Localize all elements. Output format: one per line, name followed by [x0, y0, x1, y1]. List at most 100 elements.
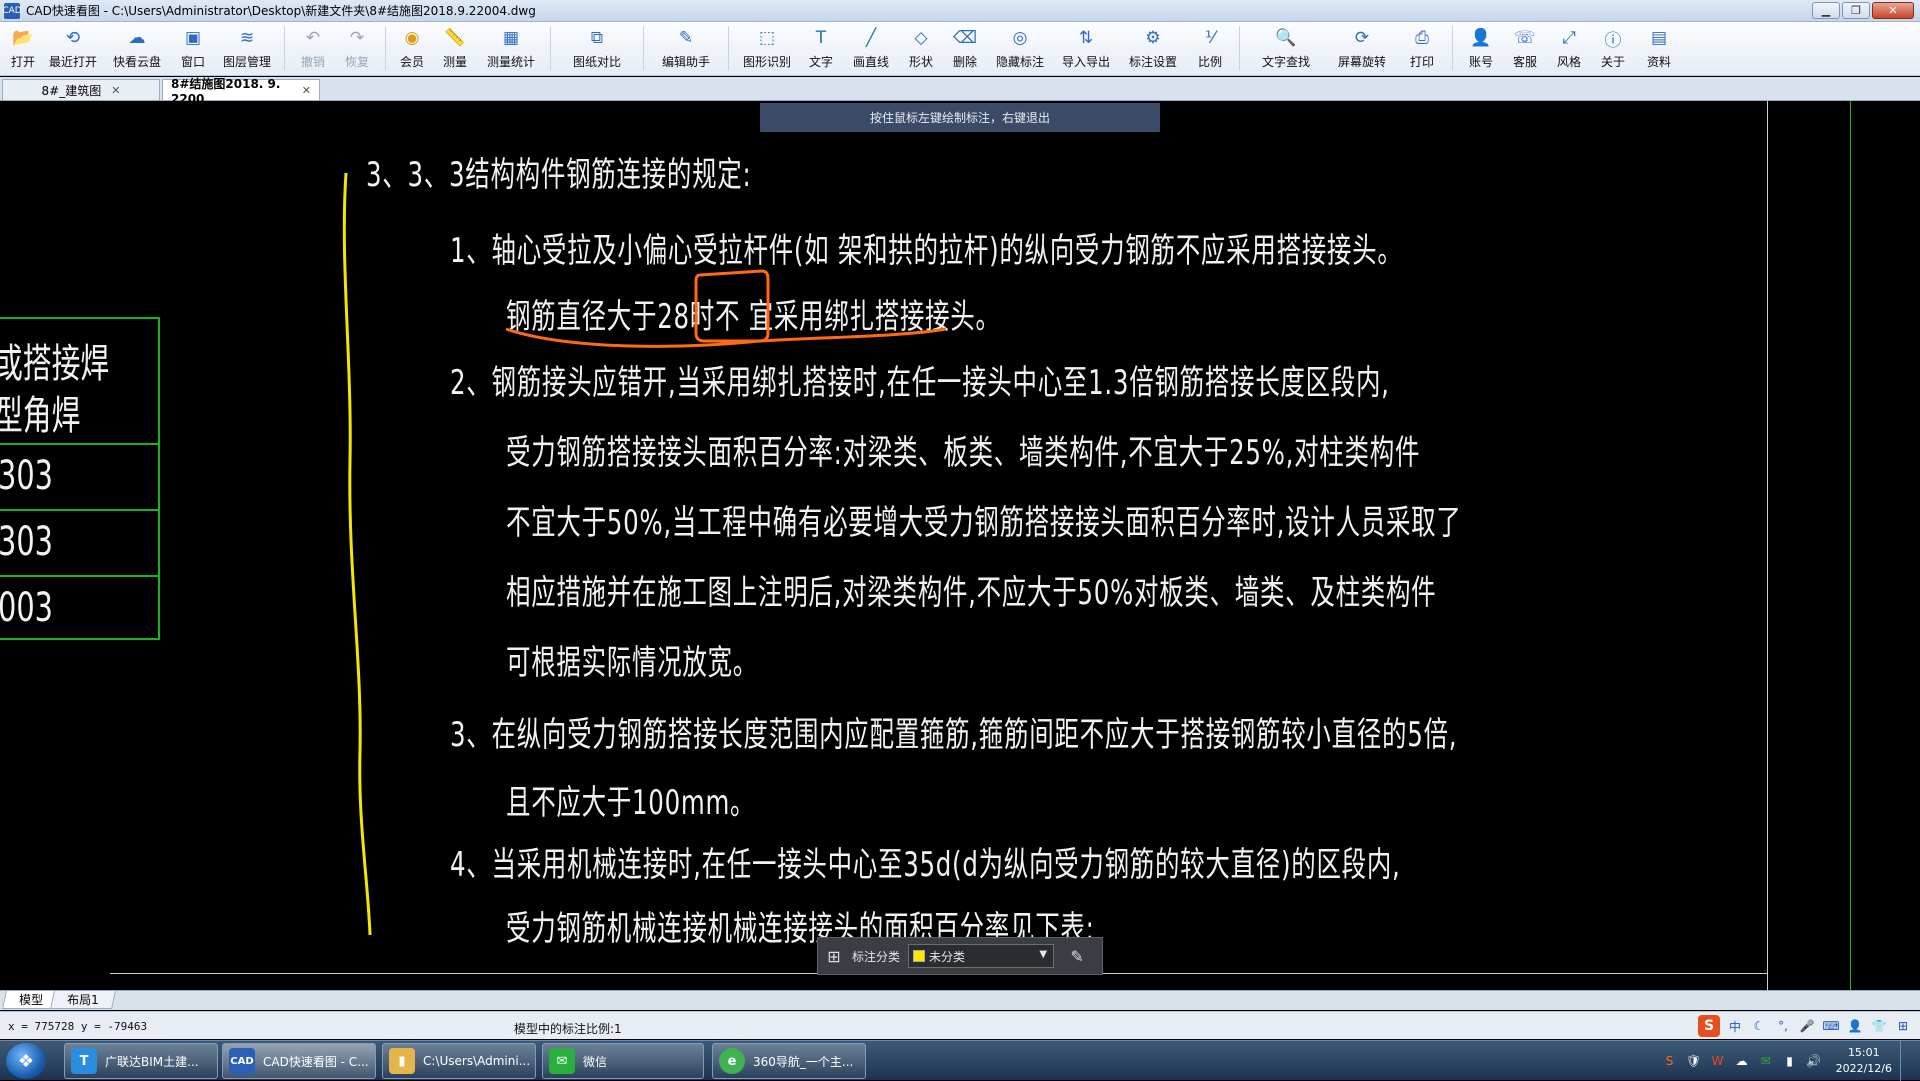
ime-toolbar: S 中 ☾ °, 🎤 ⌨ 👤 👕 ⊞: [1698, 1015, 1920, 1037]
toolbar-measure-stats-button[interactable]: ▦ 测量统计: [478, 22, 544, 74]
doc-tab-architecture[interactable]: 8#_建筑图 ✕: [2, 79, 160, 100]
toolbar-label: 文字查找: [1261, 55, 1310, 69]
volume-icon[interactable]: 🔊: [1806, 1053, 1822, 1069]
user-icon[interactable]: 👤: [1846, 1017, 1864, 1035]
toolbar-rotate-button[interactable]: ⟳ 屏幕旋转: [1326, 22, 1398, 74]
toolbar-annot-settings-button[interactable]: ⚙ 标注设置: [1119, 22, 1187, 74]
measure-stats-icon: ▦: [502, 28, 520, 48]
security-icon[interactable]: 🛡: [1686, 1053, 1702, 1069]
layout-tab-layout1[interactable]: 布局1: [50, 991, 116, 1009]
sogou-tray-icon[interactable]: S: [1662, 1053, 1678, 1069]
network-icon[interactable]: ▮: [1782, 1053, 1798, 1069]
annotation-category-select[interactable]: 未分类 ▼: [908, 944, 1055, 968]
shirt-icon[interactable]: 👕: [1870, 1017, 1888, 1035]
toolbar-text-button[interactable]: T 文字: [799, 22, 843, 74]
edit-helper-icon: ✎: [678, 28, 694, 48]
cloud-tray-icon[interactable]: ☁: [1734, 1053, 1750, 1069]
toolbar-label: 形状: [908, 55, 933, 69]
doc-tab-label: 8#_建筑图: [41, 83, 102, 98]
taskbar-item-wechat[interactable]: ✉ 微信: [542, 1043, 704, 1079]
toolbar-headset-button[interactable]: ☏ 客服: [1503, 22, 1547, 74]
toolbar-edit-helper-button[interactable]: ✎ 编辑助手: [650, 22, 722, 74]
toolbar-redo-button[interactable]: ↷ 恢复: [335, 22, 379, 74]
windows-taskbar: ❖ T 广联达BIM土建... CAD CAD快速看图 - C... ▮ C:\…: [0, 1040, 1920, 1081]
toolbar-folder-button[interactable]: 📂 打开: [4, 22, 42, 74]
taskbar-item-cad[interactable]: CAD CAD快速看图 - C...: [222, 1043, 376, 1079]
text-icon: T: [815, 28, 827, 48]
toolbar-eraser-button[interactable]: ⌫ 删除: [943, 22, 987, 74]
tab-close-icon[interactable]: ✕: [111, 84, 120, 97]
layout-tab-label: 布局1: [67, 993, 99, 1007]
main-toolbar: 📂 打开 ⟲ 最近打开 ☁ 快看云盘 ▣ 窗口 ≋ 图层管理 ↶ 撤销 ↷ 恢复 ◉ 会员 📏 测量 ▦ 测量统计 ⧉ 图…: [0, 22, 1920, 76]
taskbar-item-explorer[interactable]: ▮ C:\Users\Admini...: [382, 1043, 536, 1079]
yellow-bracket-markup[interactable]: [342, 172, 372, 936]
toolbar-eye-hide-button[interactable]: ◎ 隐藏标注: [987, 22, 1053, 74]
microphone-icon[interactable]: 🎤: [1798, 1017, 1816, 1035]
undo-icon: ↶: [305, 28, 321, 48]
toolbar-user-button[interactable]: 👤 账号: [1459, 22, 1503, 74]
show-desktop-button[interactable]: [1900, 1041, 1912, 1081]
grid-icon[interactable]: ⊞: [824, 946, 844, 966]
toolbar-print-button[interactable]: ⎙ 打印: [1398, 22, 1446, 74]
toolbar-text-search-button[interactable]: 🔍 文字查找: [1246, 22, 1326, 74]
cloud-icon: ☁: [128, 28, 146, 48]
toolbar-info-button[interactable]: ⓘ 关于: [1591, 22, 1635, 74]
annotation-category-bar: ⊞ 标注分类 未分类 ▼ ✎: [817, 937, 1103, 975]
text-search-icon: 🔍: [1275, 28, 1297, 48]
taskbar-item-label: 广联达BIM土建...: [105, 1054, 199, 1069]
toolbar-compare-button[interactable]: ⧉ 图纸对比: [557, 22, 637, 74]
toolbar-ruler-button[interactable]: 📏 测量: [432, 22, 478, 74]
window-controls: ▁ ❐ ✕: [1812, 2, 1914, 19]
toolbar-style-button[interactable]: ⤢ 风格: [1547, 22, 1591, 74]
sogou-ime-icon[interactable]: S: [1698, 1015, 1720, 1037]
orange-underline-markup[interactable]: [505, 327, 947, 348]
cad-app-icon: CAD: [229, 1048, 255, 1074]
orange-box-markup[interactable]: [694, 269, 770, 343]
toolbar-import-export-button[interactable]: ⇅ 导入导出: [1053, 22, 1119, 74]
ime-mode-toggle[interactable]: 中: [1726, 1017, 1744, 1035]
toolbar-vip-button[interactable]: ◉ 会员: [392, 22, 432, 74]
punctuation-icon[interactable]: °,: [1774, 1017, 1792, 1035]
wechat-tray-icon[interactable]: ✉: [1758, 1053, 1774, 1069]
taskbar-item-label: 360导航_一个主...: [753, 1054, 854, 1069]
toolbar-line-button[interactable]: ╱ 画直线: [843, 22, 899, 74]
title-bar: CAD CAD快速看图 - C:\Users\Administrator\Des…: [0, 0, 1920, 22]
taskbar-item-label: C:\Users\Admini...: [423, 1054, 531, 1068]
minimize-button[interactable]: ▁: [1812, 2, 1840, 19]
import-export-icon: ⇅: [1078, 28, 1094, 48]
keyboard-icon[interactable]: ⌨: [1822, 1017, 1840, 1035]
start-button[interactable]: ❖: [6, 1043, 46, 1079]
toolbar-shape-recognize-button[interactable]: ⬚ 图形识别: [735, 22, 799, 74]
wps-icon[interactable]: W: [1710, 1053, 1726, 1069]
toolbar-label: 文字: [808, 55, 833, 69]
taskbar-item-glodon[interactable]: T 广联达BIM土建...: [64, 1043, 218, 1079]
toolbar-shape-button[interactable]: ◇ 形状: [899, 22, 943, 74]
edit-category-icon[interactable]: ✎: [1066, 945, 1088, 967]
toolbar-label: 测量统计: [486, 55, 535, 69]
toolbar-label: 删除: [952, 55, 977, 69]
toolbar-docs-button[interactable]: ▤ 资料: [1635, 22, 1683, 74]
toolbar-label: 会员: [399, 55, 424, 69]
cad-viewer-window: CAD CAD快速看图 - C:\Users\Administrator\Des…: [0, 0, 1920, 1081]
toolbar-scale-button[interactable]: ⅟ 比例: [1187, 22, 1233, 74]
toolbar-undo-button[interactable]: ↶ 撤销: [291, 22, 335, 74]
toolbar-label: 客服: [1512, 55, 1537, 69]
toolbar-layers-button[interactable]: ≋ 图层管理: [216, 22, 278, 74]
grid-menu-icon[interactable]: ⊞: [1894, 1017, 1912, 1035]
toolbar-separator: [385, 26, 386, 70]
drawing-canvas[interactable]: 按住鼠标左键绘制标注，右键退出 或搭接焊 型角焊 303 303 003 3、3…: [0, 101, 1920, 990]
tab-close-icon[interactable]: ✕: [302, 84, 311, 97]
toolbar-window-button[interactable]: ▣ 窗口: [170, 22, 216, 74]
toolbar-label: 隐藏标注: [995, 55, 1044, 69]
taskbar-item-browser[interactable]: e 360导航_一个主...: [712, 1043, 866, 1079]
doc-tab-structure[interactable]: 8#结施图2018. 9. 2200 ✕: [162, 77, 320, 106]
toolbar-label: 关于: [1600, 55, 1625, 69]
toolbar-cloud-button[interactable]: ☁ 快看云盘: [104, 22, 170, 74]
moon-icon[interactable]: ☾: [1750, 1017, 1768, 1035]
close-button[interactable]: ✕: [1872, 2, 1914, 19]
app-icon: CAD: [2, 2, 22, 19]
toolbar-history-button[interactable]: ⟲ 最近打开: [42, 22, 104, 74]
maximize-button[interactable]: ❐: [1842, 2, 1870, 19]
system-clock[interactable]: 15:01 2022/12/6: [1836, 1045, 1892, 1077]
toolbar-label: 导入导出: [1061, 55, 1110, 69]
